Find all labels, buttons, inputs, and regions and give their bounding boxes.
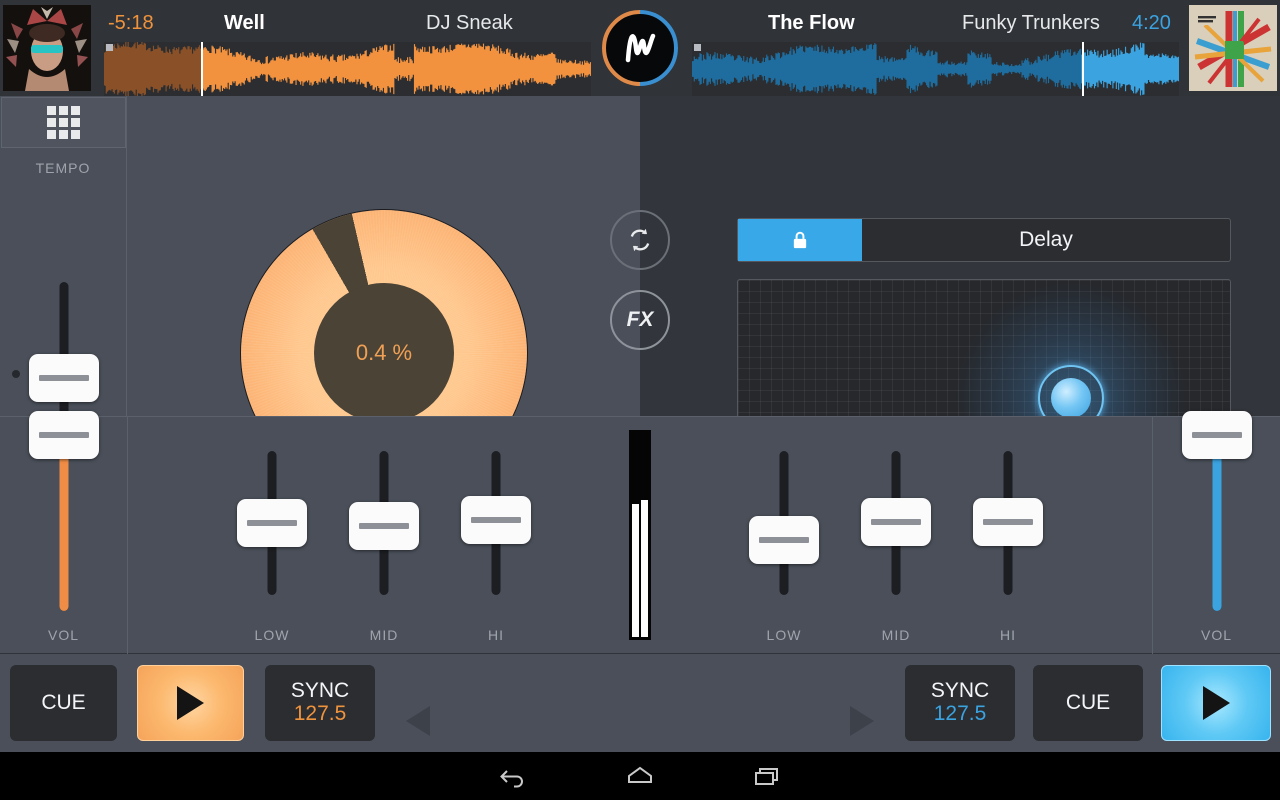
top-track-bar: -5:18 Well DJ Sneak The Flow Funky Trunk… (0, 0, 1280, 96)
fx-effect-name[interactable]: Delay (862, 219, 1230, 261)
deck-right-title: The Flow (768, 12, 855, 34)
fx-header: Delay (737, 218, 1231, 262)
eq-left-hi-label: HI (488, 627, 504, 643)
nudge-left-icon[interactable] (406, 706, 430, 736)
eq-right-hi-knob[interactable] (973, 497, 1043, 546)
android-navbar (0, 752, 1280, 800)
home-glyph (628, 766, 652, 783)
deck-right-volume[interactable]: VOL (1153, 411, 1280, 655)
loop-glyph (630, 228, 650, 252)
sync-right-label: SYNC (930, 678, 990, 702)
jog-pitch-value: 0.4 % (355, 340, 413, 365)
vol-right-label: VOL (1200, 627, 1232, 643)
lock-icon[interactable] (738, 219, 862, 261)
dj-app-root: -5:18 Well DJ Sneak The Flow Funky Trunk… (0, 0, 1280, 800)
play-button-right[interactable] (1161, 665, 1271, 741)
play-button-left[interactable] (137, 665, 244, 741)
album-art-left[interactable] (3, 5, 91, 91)
eq-left-hi[interactable]: HI (432, 417, 560, 655)
playhead-right (1081, 42, 1084, 96)
fx-label: FX (626, 308, 654, 331)
eq-left-mid-label: MID (369, 627, 399, 643)
eq-right-low-label: LOW (766, 627, 802, 643)
grid-icon[interactable] (1, 97, 126, 148)
eq-right-hi-label: HI (1000, 627, 1016, 643)
waveform-right[interactable] (692, 42, 1179, 96)
nudge-right-glyph (850, 706, 874, 736)
eq-right-mid[interactable]: MID (832, 417, 960, 655)
home-icon[interactable] (624, 760, 656, 792)
deck-left-title: Well (224, 12, 265, 34)
back-icon[interactable] (496, 760, 528, 792)
tempo-column: TEMPO (0, 96, 127, 474)
album-art-right[interactable] (1189, 5, 1277, 91)
cue-button-right[interactable]: CUE (1033, 665, 1143, 741)
cue-marker-left (106, 44, 113, 51)
eq-left-hi-knob[interactable] (461, 496, 531, 545)
tempo-center-dot (12, 370, 20, 378)
eq-right-mid-label: MID (881, 627, 911, 643)
transport-bar: CUE SYNC 127.5 SYNC 127.5 CUE (0, 654, 1280, 752)
eq-left-mid-knob[interactable] (349, 501, 419, 550)
waveform-circle-logo (600, 8, 680, 88)
deck-left-volume[interactable]: VOL (0, 411, 127, 655)
deck-area: TEMPO 0.4 % FX Delay (0, 96, 1280, 497)
tempo-knob[interactable] (28, 354, 99, 402)
eq-left-mid[interactable]: MID (320, 417, 448, 655)
eq-right-low-knob[interactable] (749, 516, 819, 565)
sync-left-label: SYNC (290, 678, 350, 702)
vol-left-knob[interactable] (28, 411, 99, 459)
deck-left-artist: DJ Sneak (426, 12, 513, 34)
deck-right-time: 4:20 (1132, 12, 1171, 34)
eq-right-hi[interactable]: HI (944, 417, 1072, 655)
deck-right-artist: Funky Trunkers (962, 12, 1100, 34)
cue-left-label: CUE (41, 690, 86, 714)
eq-right-mid-knob[interactable] (861, 497, 931, 546)
sync-button-right[interactable]: SYNC 127.5 (905, 665, 1015, 741)
nudge-right-icon[interactable] (850, 706, 874, 736)
vol-right-knob[interactable] (1181, 411, 1252, 459)
sync-right-bpm: 127.5 (933, 701, 987, 725)
grid-glyph (47, 106, 80, 139)
cue-button-left[interactable]: CUE (10, 665, 117, 741)
playhead-left (201, 42, 204, 96)
vu-meter (629, 430, 651, 640)
loop-icon[interactable] (610, 210, 670, 270)
eq-left-low-knob[interactable] (237, 499, 307, 547)
recents-glyph (755, 768, 778, 785)
back-glyph (500, 770, 523, 788)
cue-marker-right (694, 44, 701, 51)
eq-right-low[interactable]: LOW (720, 417, 848, 655)
vu-meter-left-bar (632, 504, 639, 637)
cue-right-label: CUE (1065, 690, 1111, 714)
sync-button-left[interactable]: SYNC 127.5 (265, 665, 375, 741)
mixer-divider (127, 417, 128, 655)
deck-right-meta: The Flow Funky Trunkers 4:20 (692, 0, 1179, 46)
fx-button[interactable]: FX (610, 290, 670, 350)
vol-left-label: VOL (47, 627, 79, 643)
eq-left-low[interactable]: LOW (208, 417, 336, 655)
deck-left-meta: -5:18 Well DJ Sneak (104, 0, 591, 46)
vol-left-fill (59, 435, 68, 611)
tempo-label: TEMPO (35, 160, 91, 176)
vu-meter-right-bar (641, 500, 648, 637)
recents-icon[interactable] (752, 760, 784, 792)
vol-right-fill (1212, 435, 1221, 611)
eq-left-low-label: LOW (254, 627, 290, 643)
nudge-left-glyph (406, 706, 430, 736)
waveform-left[interactable] (104, 42, 591, 96)
jog-hub: 0.4 % (314, 283, 454, 423)
play-icon-right (1202, 686, 1230, 720)
lock-glyph (793, 231, 807, 249)
sync-left-bpm: 127.5 (293, 701, 347, 725)
deck-left-time: -5:18 (108, 12, 154, 34)
play-icon-left (177, 686, 204, 720)
